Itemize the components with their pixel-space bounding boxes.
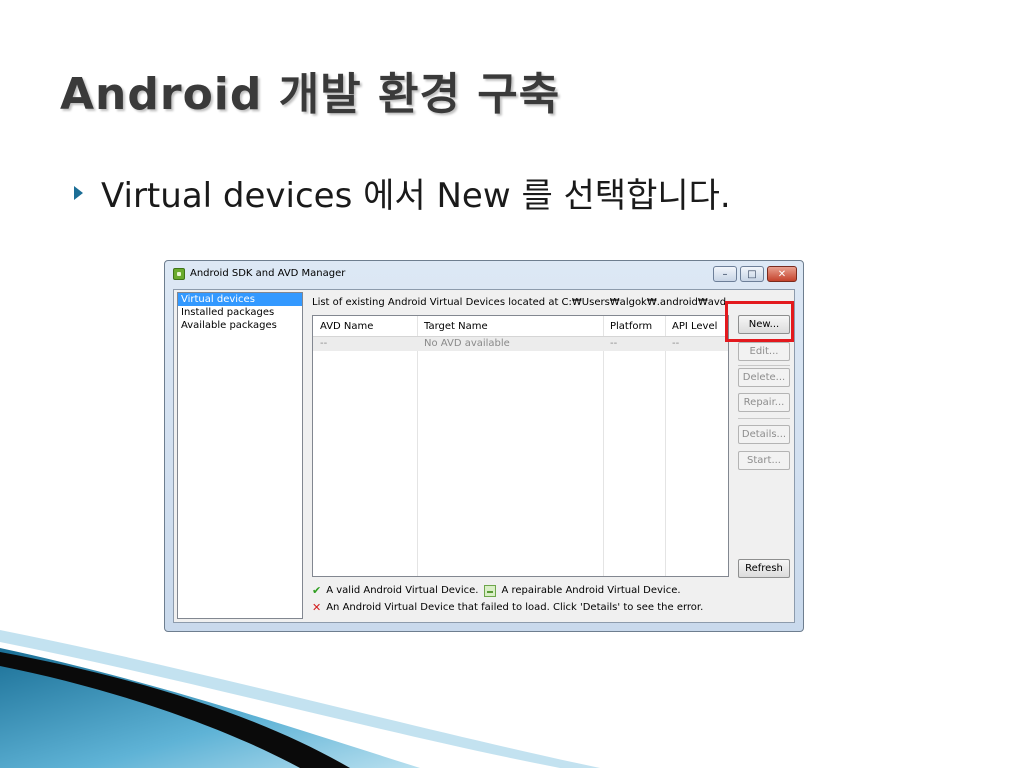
legend-valid-text: A valid Android Virtual Device. (326, 585, 479, 596)
bullet-arrow-icon (74, 185, 83, 200)
legend-failed: ✕ An Android Virtual Device that failed … (312, 601, 703, 614)
sidebar: Virtual devices Installed packages Avail… (177, 292, 303, 619)
start-button[interactable]: Start... (738, 451, 790, 470)
delete-button[interactable]: Delete... (738, 368, 790, 387)
legend-failed-text: An Android Virtual Device that failed to… (326, 602, 704, 613)
slide-title: Android 개발 환경 구축 (60, 69, 561, 120)
cell-platform: -- (610, 338, 618, 349)
column-header-avd-name[interactable]: AVD Name (320, 321, 373, 332)
column-header-target-name[interactable]: Target Name (424, 321, 488, 332)
sidebar-item-available-packages[interactable]: Available packages (178, 319, 302, 332)
cell-api-level: -- (672, 338, 680, 349)
decorative-swoosh (0, 630, 600, 768)
minimize-button[interactable]: – (713, 266, 737, 282)
avd-table: AVD Name Target Name Platform API Level … (312, 315, 729, 577)
details-button[interactable]: Details... (738, 425, 790, 444)
window-controls: – □ ✕ (710, 266, 797, 282)
avd-location-label: List of existing Android Virtual Devices… (312, 297, 727, 308)
button-separator (738, 418, 790, 419)
legend-valid-repairable: ✔ A valid Android Virtual Device. A repa… (312, 584, 681, 597)
new-button-highlight (725, 301, 794, 342)
error-x-icon: ✕ (312, 601, 322, 614)
close-button[interactable]: ✕ (767, 266, 797, 282)
table-header: AVD Name Target Name Platform API Level (313, 316, 728, 337)
check-icon: ✔ (312, 584, 322, 597)
legend-repairable-text: A repairable Android Virtual Device. (501, 585, 681, 596)
refresh-button[interactable]: Refresh (738, 559, 790, 578)
avd-manager-window: Android SDK and AVD Manager – □ ✕ Virtua… (164, 260, 804, 632)
window-title: Android SDK and AVD Manager (190, 268, 346, 279)
title-bar[interactable]: Android SDK and AVD Manager – □ ✕ (165, 261, 803, 287)
window-client-area: Virtual devices Installed packages Avail… (173, 289, 795, 623)
repairable-device-icon (484, 584, 497, 597)
bullet-item: Virtual devices 에서 New 를 선택합니다. (74, 168, 731, 217)
table-row[interactable]: -- No AVD available -- -- (313, 337, 728, 351)
button-separator (738, 365, 790, 366)
sidebar-item-virtual-devices[interactable]: Virtual devices (178, 293, 302, 306)
sidebar-item-installed-packages[interactable]: Installed packages (178, 306, 302, 319)
android-app-icon (173, 268, 185, 280)
column-header-api-level[interactable]: API Level (672, 321, 717, 332)
cell-avd-name: -- (320, 338, 328, 349)
repair-button[interactable]: Repair... (738, 393, 790, 412)
bullet-text: Virtual devices 에서 New 를 선택합니다. (101, 176, 731, 216)
edit-button[interactable]: Edit... (738, 342, 790, 361)
cell-target-name: No AVD available (424, 338, 510, 349)
maximize-button[interactable]: □ (740, 266, 764, 282)
column-header-platform[interactable]: Platform (610, 321, 652, 332)
